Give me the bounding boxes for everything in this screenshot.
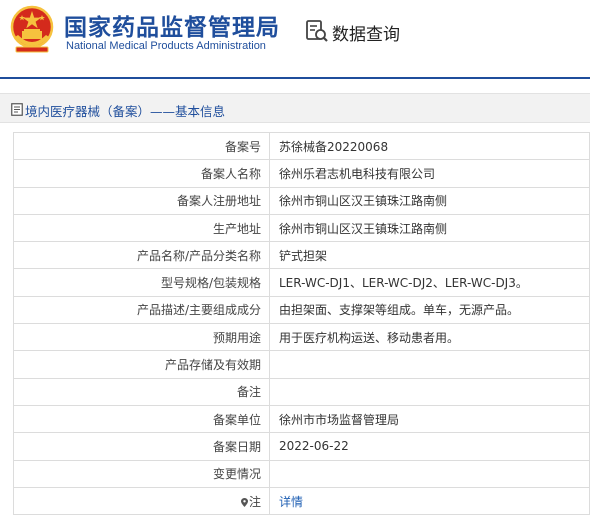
field-value: 铲式担架 bbox=[269, 241, 590, 270]
table-row: 备案人名称 徐州乐君志机电科技有限公司 bbox=[13, 159, 590, 188]
field-label: 变更情况 bbox=[13, 459, 270, 488]
note-label-cell: 注 bbox=[13, 486, 270, 516]
national-emblem-icon bbox=[10, 5, 54, 53]
table-row: 型号规格/包装规格 LER-WC-DJ1、LER-WC-DJ2、LER-WC-DJ… bbox=[13, 268, 590, 297]
site-header: 国家药品监督管理局 National Medical Products Admi… bbox=[0, 0, 590, 66]
field-label: 预期用途 bbox=[13, 323, 270, 352]
table-row: 备案日期 2022-06-22 bbox=[13, 432, 590, 461]
field-label: 备案人注册地址 bbox=[13, 186, 270, 215]
table-row: 变更情况 bbox=[13, 459, 590, 488]
table-row: 备案单位 徐州市市场监督管理局 bbox=[13, 404, 590, 434]
field-label: 备案单位 bbox=[13, 404, 270, 434]
data-query-link[interactable]: 数据查询 bbox=[332, 20, 400, 45]
section-header: 境内医疗器械（备案）——基本信息 bbox=[0, 93, 590, 123]
data-query-icon[interactable] bbox=[305, 19, 329, 43]
field-label: 型号规格/包装规格 bbox=[13, 268, 270, 297]
field-label: 备注 bbox=[13, 377, 270, 406]
field-value: 用于医疗机构运送、移动患者用。 bbox=[269, 323, 590, 352]
table-row: 产品描述/主要组成成分 由担架面、支撑架等组成。单车，无源产品。 bbox=[13, 295, 590, 325]
field-label: 产品描述/主要组成成分 bbox=[13, 295, 270, 325]
table-row: 产品存储及有效期 bbox=[13, 350, 590, 379]
note-label: 注 bbox=[248, 494, 261, 509]
field-value: 徐州乐君志机电科技有限公司 bbox=[269, 159, 590, 188]
table-row: 备案人注册地址 徐州市铜山区汉王镇珠江路南侧 bbox=[13, 186, 590, 215]
site-title-english[interactable]: National Medical Products Administration bbox=[66, 40, 266, 52]
field-label: 备案号 bbox=[13, 131, 270, 161]
field-label: 产品名称/产品分类名称 bbox=[13, 241, 270, 270]
field-value: LER-WC-DJ1、LER-WC-DJ2、LER-WC-DJ3。 bbox=[269, 268, 590, 297]
field-value bbox=[269, 350, 590, 379]
field-label: 产品存储及有效期 bbox=[13, 350, 270, 379]
field-value bbox=[269, 377, 590, 406]
field-label: 备案日期 bbox=[13, 432, 270, 461]
details-link[interactable]: 详情 bbox=[269, 486, 590, 516]
section-title: 境内医疗器械（备案）——基本信息 bbox=[25, 104, 226, 119]
field-value bbox=[269, 459, 590, 488]
field-label: 备案人名称 bbox=[13, 159, 270, 188]
table-row: 产品名称/产品分类名称 铲式担架 bbox=[13, 241, 590, 270]
field-value: 徐州市铜山区汉王镇珠江路南侧 bbox=[269, 186, 590, 215]
note-row: 注 详情 bbox=[13, 486, 590, 516]
field-value: 2022-06-22 bbox=[269, 432, 590, 461]
pin-icon bbox=[240, 497, 248, 507]
table-row: 备注 bbox=[13, 377, 590, 406]
field-label: 生产地址 bbox=[13, 213, 270, 243]
field-value: 苏徐械备20220068 bbox=[269, 131, 590, 161]
table-row: 生产地址 徐州市铜山区汉王镇珠江路南侧 bbox=[13, 213, 590, 243]
site-title[interactable]: 国家药品监督管理局 bbox=[64, 8, 280, 42]
header-divider bbox=[0, 77, 590, 79]
document-icon bbox=[11, 103, 23, 116]
field-value: 徐州市铜山区汉王镇珠江路南侧 bbox=[269, 213, 590, 243]
field-value: 徐州市市场监督管理局 bbox=[269, 404, 590, 434]
table-row: 备案号 苏徐械备20220068 bbox=[13, 131, 590, 161]
record-detail-table: 备案号 苏徐械备20220068 备案人名称 徐州乐君志机电科技有限公司 备案人注册… bbox=[13, 131, 590, 516]
field-value: 由担架面、支撑架等组成。单车，无源产品。 bbox=[269, 295, 590, 325]
table-row: 预期用途 用于医疗机构运送、移动患者用。 bbox=[13, 323, 590, 352]
